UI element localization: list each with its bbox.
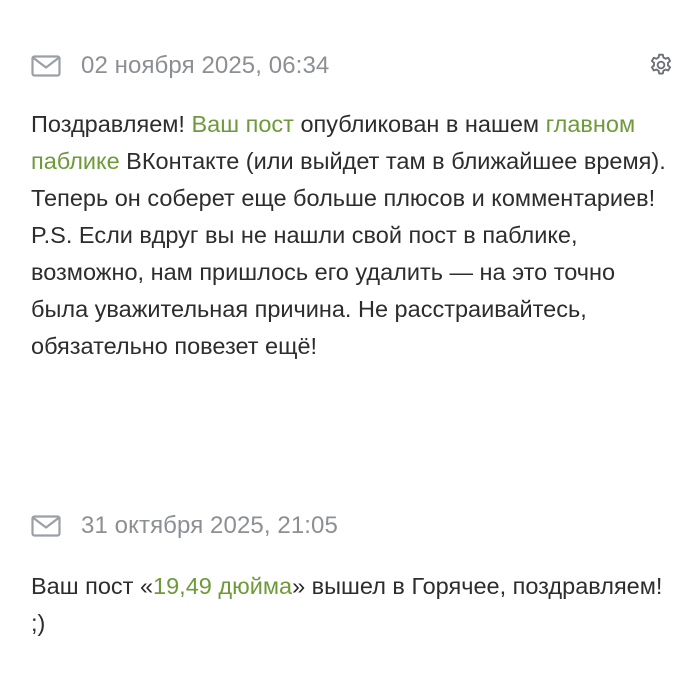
notification-text: Поздравляем! Ваш пост опубликован в наше… — [31, 106, 676, 365]
post-title-link[interactable]: 19,49 дюйма — [153, 573, 292, 599]
mail-icon — [31, 55, 61, 77]
notification-text-segment: опубликован в нашем — [293, 111, 546, 137]
notification-text: Ваш пост «19,49 дюйма» вышел в Горячее, … — [31, 568, 676, 642]
notification-date: 02 ноября 2025, 06:34 — [81, 52, 330, 79]
notification-text-segment: ВКонтакте (или выйдет там в ближайшее вр… — [31, 148, 666, 211]
notification-text-segment: Ваш пост « — [31, 573, 154, 599]
notification-ps-text: P.S. Если вдруг вы не нашли свой пост в … — [31, 222, 616, 359]
mail-icon — [31, 515, 61, 537]
notification-header: 02 ноября 2025, 06:34 — [31, 48, 676, 84]
notification-header: 31 октября 2025, 21:05 — [31, 508, 676, 544]
post-link[interactable]: Ваш пост — [191, 111, 293, 137]
notification-date: 31 октября 2025, 21:05 — [81, 512, 338, 539]
notification-item: 02 ноября 2025, 06:34 Поздравляем! Ваш п… — [31, 48, 676, 365]
notification-text-segment: Поздравляем! — [31, 111, 192, 137]
gear-icon[interactable] — [648, 52, 674, 78]
notification-item: 31 октября 2025, 21:05 Ваш пост «19,49 д… — [31, 508, 676, 642]
